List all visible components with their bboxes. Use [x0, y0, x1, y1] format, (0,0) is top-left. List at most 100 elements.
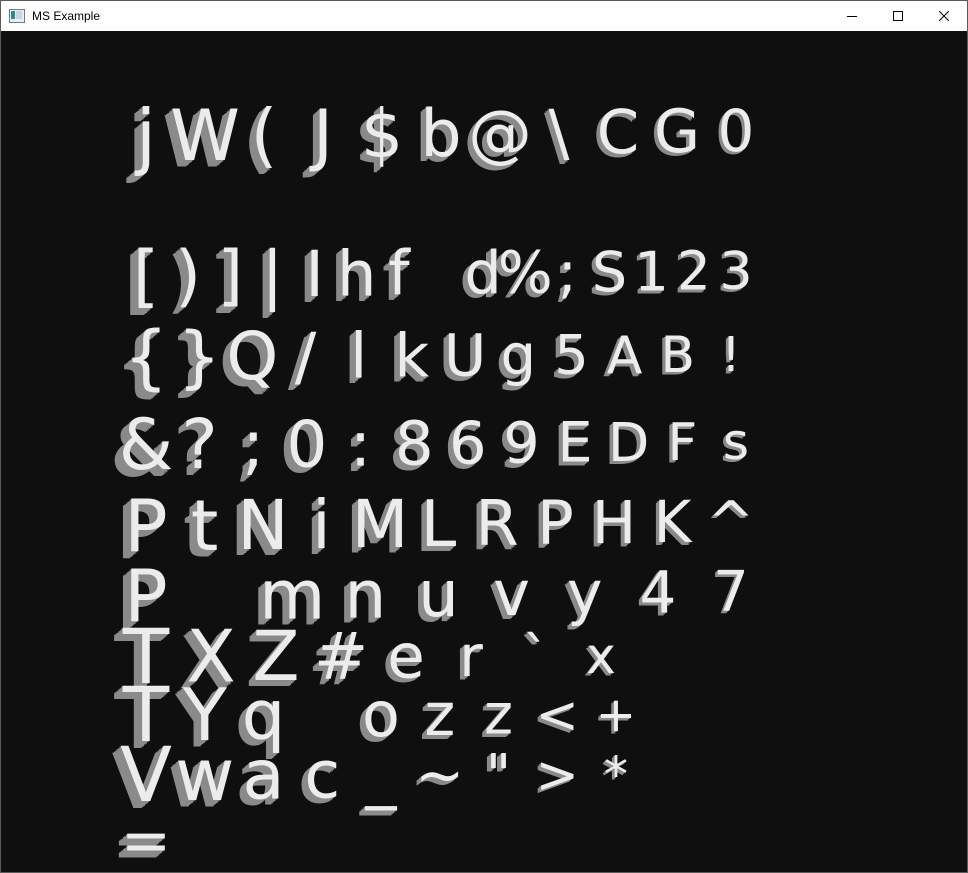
- window-title: MS Example: [32, 9, 101, 23]
- char-face: 7: [713, 560, 749, 625]
- extruded-char: ;;;;: [553, 240, 576, 310]
- char-face: z: [484, 683, 513, 747]
- char-face: &: [119, 404, 174, 486]
- char-face: <: [536, 685, 579, 745]
- extruded-char: 5555: [550, 324, 589, 391]
- extruded-char: {{{{{{{: [115, 316, 168, 405]
- char-face: Q: [226, 318, 278, 395]
- extruded-char: gggg: [496, 324, 536, 393]
- char-face: ~: [415, 741, 464, 809]
- char-face: 2: [677, 241, 711, 303]
- char-face: ": [486, 743, 511, 807]
- char-face: _: [365, 738, 398, 811]
- extruded-char: CCCC: [593, 98, 639, 171]
- extruded-char: ((((((: [243, 96, 277, 182]
- extruded-char: ttttttt: [183, 485, 218, 574]
- extruded-char: PPPP: [533, 489, 574, 563]
- extruded-char: =======: [112, 806, 171, 872]
- 3d-text-scene: jjjjjjj WWWWWWW((((((JJJJJJ $$$$$ bbbbb @@@@…: [110, 94, 755, 872]
- extruded-char: 9999: [498, 410, 539, 481]
- extruded-char: +++: [593, 687, 636, 745]
- char-face: c: [304, 737, 340, 813]
- char-face: E: [558, 411, 593, 476]
- char-face: 4: [639, 558, 676, 626]
- char-face: l: [350, 319, 367, 392]
- extruded-char: 4444: [636, 558, 676, 629]
- char-face: P: [537, 489, 574, 559]
- char-face: ]: [217, 238, 243, 314]
- extruded-char: IIIIII: [298, 237, 324, 317]
- char-face: 8: [395, 409, 434, 480]
- maximize-button[interactable]: [875, 1, 921, 31]
- extruded-char: kkkkk: [389, 322, 430, 397]
- char-face: L: [421, 488, 457, 562]
- extruded-char: JJJJJJ: [302, 95, 333, 180]
- char-face: J: [309, 95, 333, 174]
- extruded-char: 000000: [279, 407, 327, 488]
- extruded-char: 777: [710, 560, 748, 627]
- extruded-char: BBB: [657, 326, 695, 387]
- extruded-char: EEEE: [553, 411, 592, 480]
- char-face: D: [608, 411, 649, 474]
- char-face: $: [361, 95, 403, 173]
- extruded-char: ````: [519, 624, 549, 690]
- extruded-char: GGG: [651, 98, 700, 170]
- extruded-char: ::::::: [344, 407, 371, 485]
- extruded-char: 000: [715, 97, 755, 167]
- extruded-char: ^^^: [705, 490, 755, 557]
- char-face: R: [475, 487, 518, 560]
- extruded-char: wwwwwww: [167, 734, 234, 825]
- char-face: G: [654, 98, 700, 167]
- extruded-char: ;;;;;;: [235, 405, 265, 489]
- extruded-char: UUUUU: [438, 322, 486, 395]
- char-face: M: [352, 487, 409, 563]
- extruded-char: &&&&&&&: [110, 404, 173, 493]
- char-face: %: [498, 239, 553, 307]
- char-face: 0: [286, 407, 327, 482]
- extruded-char: !!!: [719, 327, 741, 385]
- char-face: W: [170, 94, 240, 177]
- extruded-char: $$$$$: [355, 95, 403, 178]
- char-face: K: [654, 489, 693, 556]
- char-face: ^: [708, 490, 755, 555]
- char-face: t: [191, 485, 219, 567]
- char-face: @: [468, 96, 532, 170]
- extruded-char: LLLLL: [415, 488, 457, 567]
- extruded-char: bbbbb: [415, 97, 462, 177]
- char-face: 6: [449, 409, 487, 478]
- char-face: v: [493, 557, 530, 630]
- minimize-button[interactable]: [829, 1, 875, 31]
- window-controls: [829, 1, 967, 31]
- char-face: w: [175, 734, 234, 818]
- char-face: +: [596, 687, 636, 743]
- char-face: /: [295, 320, 317, 394]
- char-face: j: [134, 94, 156, 178]
- char-face: \: [549, 96, 570, 169]
- char-face: 1: [634, 240, 669, 303]
- char-face: H: [592, 488, 637, 557]
- char-face: f: [388, 239, 411, 310]
- title-bar[interactable]: MS Example: [1, 1, 967, 31]
- char-face: g: [501, 324, 537, 389]
- char-face: 9: [503, 410, 539, 477]
- extruded-char: zzzz: [480, 683, 513, 751]
- extruded-char: WWWWWWW: [162, 94, 240, 184]
- char-face: =: [121, 806, 171, 872]
- char-face: B: [661, 326, 695, 384]
- close-button[interactable]: [921, 1, 967, 31]
- render-viewport[interactable]: j j j j j j j W W W W W W W((((((J J J J J J $ $ $ $ $ b b b b b @ @ @ @…: [1, 31, 967, 872]
- char-face: F: [668, 413, 698, 473]
- char-face: k: [395, 322, 430, 392]
- extruded-char: >>>>: [532, 745, 579, 808]
- extruded-char: }}}}}}}: [170, 318, 221, 404]
- extruded-char: AAAA: [603, 326, 643, 389]
- extruded-char: FFF: [664, 413, 697, 476]
- char-face: i: [312, 486, 331, 564]
- extruded-char: 222: [674, 241, 711, 306]
- app-window-icon: [9, 9, 25, 23]
- char-face: y: [567, 559, 603, 629]
- extruded-char: 333: [717, 242, 753, 304]
- extruded-char: vvvvv: [488, 557, 530, 634]
- close-icon: [939, 11, 949, 21]
- extruded-char: DDDD: [604, 411, 649, 477]
